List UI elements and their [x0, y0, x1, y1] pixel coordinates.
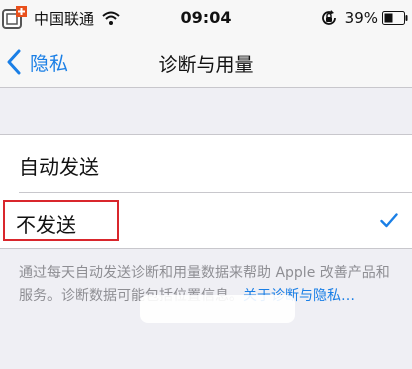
page-title: 诊断与用量	[158, 54, 254, 76]
redaction-overlay	[140, 295, 295, 323]
battery-icon	[382, 11, 408, 25]
option-dont-send[interactable]: 不发送	[0, 193, 412, 250]
option-auto-send[interactable]: 自动发送	[0, 135, 412, 193]
status-bar: 中国联通 09:04 39%	[0, 0, 412, 36]
checkmark-icon	[380, 213, 398, 228]
navigation-bar: 隐私 诊断与用量	[0, 36, 412, 88]
rotation-lock-icon	[321, 10, 336, 25]
battery-percent: 39%	[344, 9, 378, 27]
option-label: 不发送	[16, 213, 76, 237]
option-label: 自动发送	[19, 155, 99, 179]
status-right: 39%	[319, 7, 408, 29]
send-options-group: 自动发送 不发送	[0, 134, 412, 249]
